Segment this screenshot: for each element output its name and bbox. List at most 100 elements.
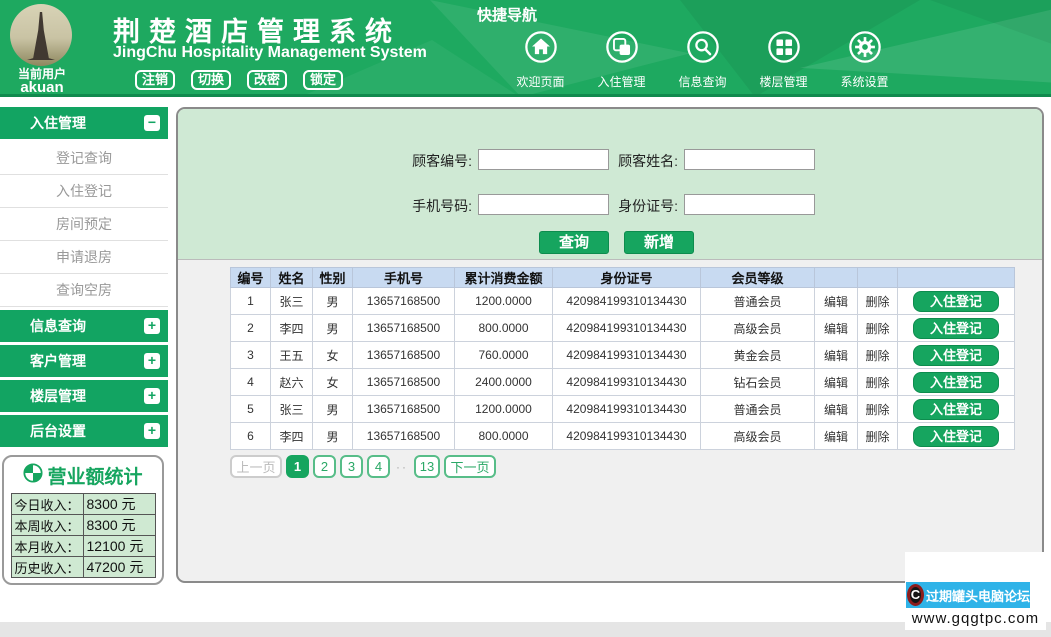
page-button-1[interactable]: 1 bbox=[286, 455, 309, 478]
page-button-2[interactable]: 2 bbox=[313, 455, 336, 478]
table-row: 5 张三 男 13657168500 1200.0000 42098419931… bbox=[230, 395, 1015, 423]
nav-label: 信息查询 bbox=[678, 75, 727, 89]
cell-name: 王五 bbox=[270, 341, 313, 369]
app-header: 当前用户 akuan 荆楚酒店管理系统 JingChu Hospitality … bbox=[0, 0, 1051, 97]
edit-link[interactable]: 编辑 bbox=[814, 368, 858, 396]
edit-link[interactable]: 编辑 bbox=[814, 395, 858, 423]
prev-page-button[interactable]: 上一页 bbox=[230, 455, 282, 478]
sidebar-item-checkout-request[interactable]: 申请退房 bbox=[0, 241, 168, 274]
sidebar-item-vacant-rooms[interactable]: 查询空房 bbox=[0, 274, 168, 307]
cell-level: 黄金会员 bbox=[700, 341, 815, 369]
stats-row: 本周收入： 8300 元 bbox=[10, 514, 156, 536]
header-decor-polygon bbox=[930, 0, 1051, 44]
checkin-button[interactable]: 入住登记 bbox=[913, 425, 999, 447]
nav-system-settings[interactable]: 系统设置 bbox=[824, 30, 905, 90]
sidebar-section-backend-settings[interactable]: 后台设置 + bbox=[0, 415, 168, 447]
stat-label: 历史收入： bbox=[10, 556, 84, 578]
delete-link[interactable]: 删除 bbox=[857, 341, 898, 369]
delete-link[interactable]: 删除 bbox=[857, 314, 898, 342]
eiffel-tower-photo bbox=[27, 12, 55, 60]
expand-plus-icon[interactable]: + bbox=[144, 423, 160, 439]
customer-id-input[interactable] bbox=[478, 149, 609, 170]
sidebar-section-info-query[interactable]: 信息查询 + bbox=[0, 310, 168, 342]
next-page-button[interactable]: 下一页 bbox=[444, 455, 496, 478]
checkin-windows-icon bbox=[605, 30, 639, 69]
cell-idcard: 420984199310134430 bbox=[552, 287, 701, 315]
cell-level: 高级会员 bbox=[700, 422, 815, 450]
col-delete bbox=[857, 267, 898, 288]
checkin-button[interactable]: 入住登记 bbox=[913, 344, 999, 366]
col-edit bbox=[814, 267, 858, 288]
change-password-button[interactable]: 改密 bbox=[247, 70, 288, 90]
revenue-stats-title-row: 营业额统计 bbox=[4, 462, 162, 489]
sidebar-section-floor-management[interactable]: 楼层管理 + bbox=[0, 380, 168, 412]
cell-id: 2 bbox=[230, 314, 271, 342]
expand-plus-icon[interactable]: + bbox=[144, 318, 160, 334]
edit-link[interactable]: 编辑 bbox=[814, 314, 858, 342]
col-gender: 性别 bbox=[312, 267, 353, 288]
add-button[interactable]: 新增 bbox=[624, 231, 694, 254]
table-row: 4 赵六 女 13657168500 2400.0000 42098419931… bbox=[230, 368, 1015, 396]
delete-link[interactable]: 删除 bbox=[857, 287, 898, 315]
nav-label: 系统设置 bbox=[840, 75, 889, 89]
sidebar-item-checkin-register[interactable]: 入住登记 bbox=[0, 175, 168, 208]
collapse-minus-icon[interactable]: − bbox=[144, 115, 160, 131]
edit-link[interactable]: 编辑 bbox=[814, 341, 858, 369]
nav-welcome[interactable]: 欢迎页面 bbox=[500, 30, 581, 90]
sidebar-item-register-query[interactable]: 登记查询 bbox=[0, 142, 168, 175]
cell-id: 6 bbox=[230, 422, 271, 450]
expand-plus-icon[interactable]: + bbox=[144, 388, 160, 404]
checkin-button[interactable]: 入住登记 bbox=[913, 290, 999, 312]
customer-name-input[interactable] bbox=[684, 149, 815, 170]
delete-link[interactable]: 删除 bbox=[857, 368, 898, 396]
edit-link[interactable]: 编辑 bbox=[814, 422, 858, 450]
nav-info-query[interactable]: 信息查询 bbox=[662, 30, 743, 90]
sidebar-section-checkin[interactable]: 入住管理 − bbox=[0, 107, 168, 139]
sidebar-section-customer-management[interactable]: 客户管理 + bbox=[0, 345, 168, 377]
page-button-3[interactable]: 3 bbox=[340, 455, 363, 478]
page-button-4[interactable]: 4 bbox=[367, 455, 390, 478]
switch-user-button[interactable]: 切换 bbox=[191, 70, 232, 90]
idcard-input[interactable] bbox=[684, 194, 815, 215]
table-row: 6 李四 男 13657168500 800.0000 420984199310… bbox=[230, 422, 1015, 450]
expand-plus-icon[interactable]: + bbox=[144, 353, 160, 369]
customer-name-label: 顾客姓名: bbox=[618, 153, 678, 169]
checkin-button[interactable]: 入住登记 bbox=[913, 317, 999, 339]
stats-row: 今日收入： 8300 元 bbox=[10, 493, 156, 515]
delete-link[interactable]: 删除 bbox=[857, 395, 898, 423]
query-button[interactable]: 查询 bbox=[539, 231, 609, 254]
cell-gender: 男 bbox=[312, 395, 353, 423]
cell-total: 800.0000 bbox=[454, 314, 553, 342]
sidebar-item-room-booking[interactable]: 房间预定 bbox=[0, 208, 168, 241]
edit-link[interactable]: 编辑 bbox=[814, 287, 858, 315]
section-label: 楼层管理 bbox=[30, 388, 86, 404]
home-icon bbox=[524, 30, 558, 69]
cell-level: 钻石会员 bbox=[700, 368, 815, 396]
nav-checkin-management[interactable]: 入住管理 bbox=[581, 30, 662, 90]
stat-value: 8300 元 bbox=[82, 514, 156, 536]
phone-input[interactable] bbox=[478, 194, 609, 215]
table-row: 1 张三 男 13657168500 1200.0000 42098419931… bbox=[230, 287, 1015, 315]
delete-link[interactable]: 删除 bbox=[857, 422, 898, 450]
phone-label: 手机号码: bbox=[412, 198, 472, 214]
cell-checkin: 入住登记 bbox=[897, 314, 1015, 342]
col-name: 姓名 bbox=[270, 267, 313, 288]
avatar[interactable] bbox=[10, 4, 72, 66]
cell-phone: 13657168500 bbox=[352, 422, 455, 450]
revenue-stats-panel: 营业额统计 今日收入： 8300 元 本周收入： 8300 元 本月收入： 12… bbox=[2, 455, 164, 585]
page-button-13[interactable]: 13 bbox=[414, 455, 440, 478]
cell-checkin: 入住登记 bbox=[897, 395, 1015, 423]
logout-button[interactable]: 注销 bbox=[135, 70, 176, 90]
col-total-spend: 累计消费金额 bbox=[454, 267, 553, 288]
forum-logo-icon: C bbox=[907, 584, 924, 606]
cell-idcard: 420984199310134430 bbox=[552, 422, 701, 450]
lock-button[interactable]: 锁定 bbox=[303, 70, 344, 90]
app-subtitle: JingChu Hospitality Management System bbox=[113, 44, 427, 61]
checkin-button[interactable]: 入住登记 bbox=[913, 371, 999, 393]
checkin-button[interactable]: 入住登记 bbox=[913, 398, 999, 420]
cell-phone: 13657168500 bbox=[352, 341, 455, 369]
cell-idcard: 420984199310134430 bbox=[552, 341, 701, 369]
nav-floor-management[interactable]: 楼层管理 bbox=[743, 30, 824, 90]
cell-total: 1200.0000 bbox=[454, 287, 553, 315]
table-row: 2 李四 男 13657168500 800.0000 420984199310… bbox=[230, 314, 1015, 342]
